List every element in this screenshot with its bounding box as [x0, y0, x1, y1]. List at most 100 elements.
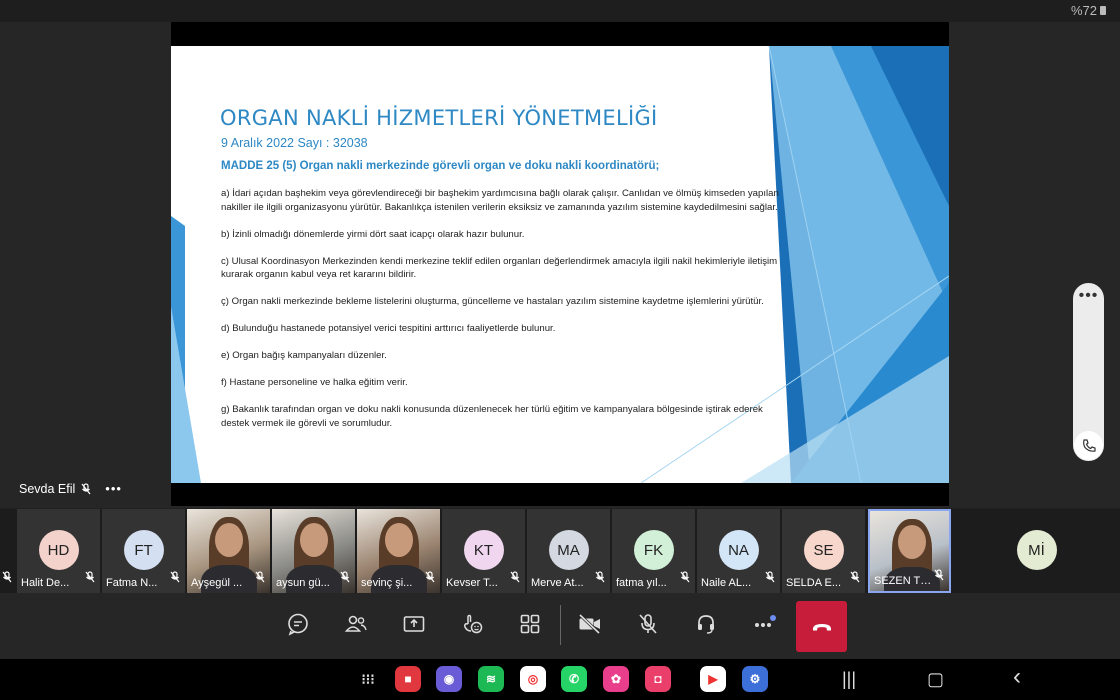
mic-toggle-button[interactable]	[631, 607, 665, 641]
people-icon	[344, 615, 367, 632]
phone-icon[interactable]	[1074, 431, 1103, 460]
participants-button[interactable]	[339, 607, 373, 641]
shared-screen-area: ORGAN NAKLİ HİZMETLERİ YÖNETMELİĞİ 9 Ara…	[0, 22, 1120, 508]
slide-item: b) İzinli olmadığı dönemlerde yirmi dört…	[221, 228, 525, 240]
participant-tile[interactable]: FK fatma yıl...	[612, 509, 695, 593]
presenter-name: Sevda Efil	[19, 481, 76, 496]
mic-off-icon	[2, 570, 12, 588]
play-store-app-icon[interactable]: ▶	[700, 666, 726, 692]
participant-name: sevinç şi...	[361, 577, 413, 589]
headset-icon	[698, 615, 714, 634]
camera-toggle-button[interactable]	[573, 607, 607, 641]
audio-output-button[interactable]	[689, 607, 723, 641]
participant-name: Naile AL...	[701, 577, 752, 589]
slide-item: c) Ulusal Koordinasyon Merkezinden kendi…	[221, 255, 778, 281]
participant-avatar: FK	[633, 530, 674, 570]
presenter-more-button[interactable]: •••	[105, 481, 122, 496]
mic-off-icon	[425, 570, 435, 588]
participant-avatar: FT	[123, 530, 164, 570]
slide-item: ç) Organ nakli merkezinde bekleme listel…	[221, 296, 764, 307]
presentation-slide: ORGAN NAKLİ HİZMETLERİ YÖNETMELİĞİ 9 Ara…	[171, 46, 949, 483]
slide-item: d) Bulunduğu hastanede potansiyel verici…	[221, 323, 556, 334]
participant-strip: HD Halit De... FT Fatma N... Ayşegül ... aysu…	[0, 509, 1120, 593]
participant-name: Ayşegül ...	[191, 577, 243, 589]
slide-title: ORGAN NAKLİ HİZMETLERİ YÖNETMELİĞİ	[220, 106, 658, 130]
slide-heading: MADDE 25 (5) Organ nakli merkezinde göre…	[221, 160, 660, 172]
android-navigation-bar: ⁝⁝⁝ ■ ◉ ≋ ◎ ✆ ✿ ◘ ▶ ⚙ ||| ▢ ‹	[0, 659, 1120, 700]
recents-button[interactable]: |||	[842, 669, 856, 690]
participant-tile[interactable]: Mİ	[995, 509, 1078, 593]
whatsapp-app-icon[interactable]: ✆	[561, 666, 587, 692]
mic-off-icon	[680, 570, 690, 588]
apps-drawer-icon[interactable]: ⁝⁝⁝	[355, 666, 381, 692]
participant-name: Kevser T...	[446, 577, 498, 589]
share-screen-icon	[403, 616, 425, 632]
slide-body: a) İdari açıdan başhekim veya görevlendi…	[221, 187, 781, 444]
presenter-label: Sevda Efil •••	[19, 481, 122, 496]
participant-avatar: NA	[718, 530, 759, 570]
slide-item: g) Bakanlık tarafından organ ve doku nak…	[221, 404, 763, 429]
participant-name: SEZEN TUR...	[874, 575, 935, 587]
participant-tile[interactable]: MA Merve At...	[527, 509, 610, 593]
battery-icon	[1100, 6, 1106, 15]
mic-off-icon	[595, 570, 605, 588]
chat-button[interactable]	[281, 607, 315, 641]
participant-tile[interactable]: FT Fatma N...	[102, 509, 185, 593]
participant-tile[interactable]: SEZEN TUR...	[868, 509, 951, 593]
mic-off-icon	[255, 570, 265, 588]
notes-app-icon[interactable]: ■	[395, 666, 421, 692]
mic-off-icon	[85, 570, 95, 588]
apps-button[interactable]	[513, 607, 547, 641]
participant-avatar: HD	[38, 530, 79, 570]
more-options-button[interactable]	[747, 607, 781, 641]
camera-app-icon[interactable]: ◘	[645, 666, 671, 692]
apps-grid-icon	[520, 614, 540, 634]
share-screen-button[interactable]	[397, 607, 431, 641]
participant-avatar: MA	[548, 530, 589, 570]
back-button[interactable]: ‹	[1013, 663, 1021, 691]
mic-off-icon	[850, 570, 860, 588]
mic-off-icon	[340, 570, 350, 588]
shared-content: ORGAN NAKLİ HİZMETLERİ YÖNETMELİĞİ 9 Ara…	[171, 22, 949, 506]
slide-item: f) Hastane personeline ve halka eğitim v…	[221, 377, 408, 388]
mic-off-icon	[81, 482, 91, 494]
mic-off-icon	[170, 570, 180, 588]
participant-tile[interactable]: HD Halit De...	[17, 509, 100, 593]
participant-name: aysun gü...	[276, 577, 330, 589]
battery-level: %72	[1070, 3, 1097, 18]
participant-name: Halit De...	[21, 577, 70, 589]
reactions-icon	[464, 614, 483, 634]
participant-tile[interactable]: SE SELDA E...	[782, 509, 865, 593]
participant-tile[interactable]: Ayşegül ...	[187, 509, 270, 593]
browser-app-icon[interactable]: ◉	[436, 666, 462, 692]
chrome-app-icon[interactable]: ◎	[520, 666, 546, 692]
settings-app-icon[interactable]: ⚙	[742, 666, 768, 692]
participant-avatar: KT	[463, 530, 504, 570]
more-icon[interactable]: •••	[1073, 288, 1104, 307]
participant-name: SELDA E...	[786, 577, 842, 589]
participant-tile[interactable]: NA Naile AL...	[697, 509, 780, 593]
mic-off-icon	[765, 570, 775, 588]
end-call-icon	[812, 623, 831, 630]
controls-divider	[560, 605, 561, 645]
reactions-button[interactable]	[455, 607, 489, 641]
meeting-controls	[0, 593, 1120, 659]
side-call-panel[interactable]: •••	[1073, 283, 1104, 461]
slide-item: a) İdari açıdan başhekim veya görevlendi…	[221, 188, 779, 213]
flower-app-icon[interactable]: ✿	[603, 666, 629, 692]
participant-name: Fatma N...	[106, 577, 158, 589]
participant-tile[interactable]: sevinç şi...	[357, 509, 440, 593]
end-call-button[interactable]	[796, 601, 847, 652]
mic-off-icon	[934, 568, 944, 586]
spotify-app-icon[interactable]: ≋	[478, 666, 504, 692]
battery-indicator: %72	[1071, 3, 1106, 18]
slide-subtitle: 9 Aralık 2022 Sayı : 32038	[221, 136, 368, 150]
camera-off-icon	[578, 613, 601, 635]
slide-item: e) Organ bağış kampanyaları düzenler.	[221, 350, 387, 361]
participant-name: fatma yıl...	[616, 577, 667, 589]
more-options-icon	[755, 615, 776, 627]
participant-tile[interactable]: KT Kevser T...	[442, 509, 525, 593]
participant-name: Merve At...	[531, 577, 584, 589]
home-button[interactable]: ▢	[927, 669, 944, 690]
participant-tile[interactable]: aysun gü...	[272, 509, 355, 593]
